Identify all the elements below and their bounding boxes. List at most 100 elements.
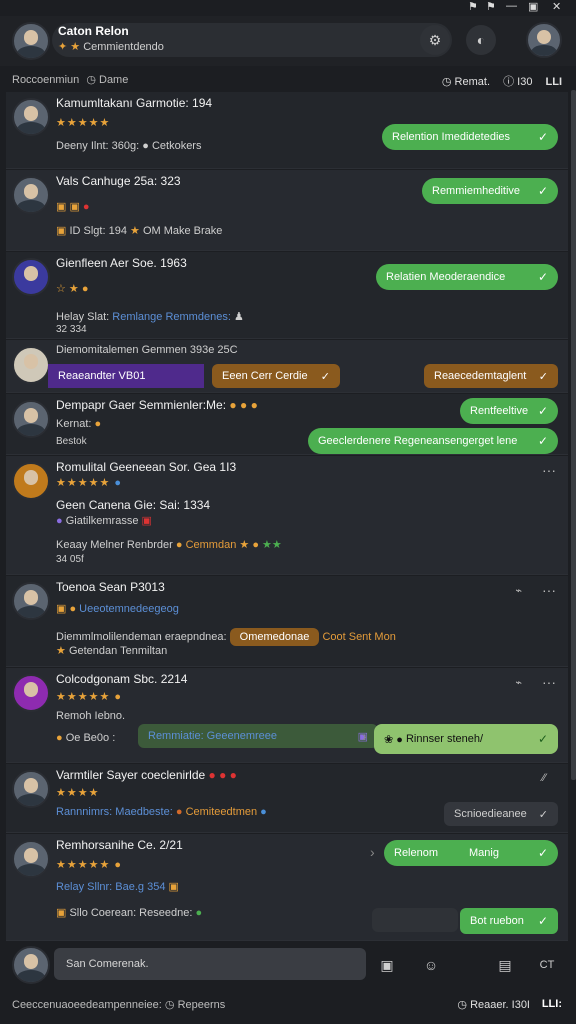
close-icon[interactable]: ✕ [552,0,561,13]
check-icon: ✓ [537,846,548,860]
scrollbar[interactable] [571,90,576,780]
maximize-icon[interactable]: ▣ [528,0,538,13]
pin-icon[interactable]: ⌁ [515,584,522,597]
clock-icon: ◷ [164,999,175,1011]
contact-name: Toenoa Sean P3013 [56,580,165,594]
filter-right[interactable]: ◷ Remat. ⓘ I30 LLI [442,73,562,89]
chevron-right-icon[interactable]: › [370,844,375,860]
list-item[interactable]: Dempapr Gaer Semmienler:Me: ● ● ● Kernat… [6,394,568,455]
meta-row: ▣ ID Slgt: 194 ★ OM Make Brake [56,225,223,237]
list-item[interactable]: Varmtiler Sayer coeclenirlde ● ● ● ★★★★ … [6,764,568,833]
meta-row: Helay Slat: Remlange Remmdenes: ♟ [56,311,244,323]
status-button[interactable]: Relenom Manig ✓ [384,840,558,866]
meta-row: Kernat: ● [56,418,102,430]
badge-icon: ● [56,515,63,527]
footer-label: Ceeccenuaoeedeampenneiee: ◷ Repeerns [12,999,226,1011]
status-button[interactable]: ❀ ● Rinnser steneh/✓ [374,724,558,754]
meta-row: Relay Sllnr: Bae.g 354 ▣ [56,881,179,893]
more-icon[interactable]: ··· [542,674,556,690]
contact-name: Remhorsanihe Ce. 2/21 [56,838,183,852]
send-icon[interactable]: CT [532,950,562,980]
emoji-icon: ● [142,140,149,152]
contact-name: Vals Canhuge 25a: 323 [56,174,181,188]
check-icon: ✓ [537,914,548,928]
list-item[interactable]: Toenoa Sean P3013 ▣ ● Ueeotemnedeegeog D… [6,576,568,667]
meta-row-2: ▣ Sllo Coerean: Reseedne: ● [56,907,203,919]
badge-icon: ☆ ★ ● [56,283,89,295]
status-button[interactable]: Rentfeeltive ✓ [460,398,558,424]
meta-extra: 32 334 [56,324,87,335]
avatar [12,400,50,438]
empty-pill[interactable] [372,908,458,932]
status-button[interactable]: Relention Imedidetedies ✓ [382,124,558,150]
action-button[interactable]: Omemedonae [229,628,320,646]
contact-name: Dempapr Gaer Semmienler:Me: ● ● ● [56,398,258,412]
info-icon: ⓘ [503,76,515,88]
rating-stars: ★★★★★ ● [56,691,123,703]
rating-stars: ★★★★★ ● [56,477,123,489]
more-icon[interactable]: ··· [542,462,556,478]
list-item[interactable]: Romulital Geeneean Sor. Gea 1I3 ★★★★★ ● … [6,456,568,575]
more-icon[interactable]: ··· [542,582,556,598]
status-button-2[interactable]: Geeclerdenere Regeneansengerget lene ✓ [308,428,558,454]
rating-stars: ★★★★★ [56,117,111,129]
filter-bar: Roccoenmiun ◷ Dame ◷ Remat. ⓘ I30 LLI [0,68,576,92]
meta-extra: ★ Getendan Tenmiltan [56,645,168,657]
star-icon: ★ [130,225,140,237]
chat-header: Caton Relon ✦ ★ Cemmientdendo ⚙ ◐ [0,16,576,66]
secondary-button[interactable]: Scnioedieanee ✓ [444,802,558,826]
action-button[interactable]: Reaecedemtaglent ✓ [424,364,558,388]
emoji-icon: ● [175,539,183,551]
check-icon: ✓ [537,732,548,746]
check-icon: ✓ [538,370,548,383]
status-button-2[interactable]: Bot ruebon ✓ [460,908,558,934]
list-item[interactable]: Gienfleen Aer Soe. 1963 ☆ ★ ● Helay Slat… [6,252,568,339]
link-pill[interactable]: Remmiatie: Geeenemreee ▣ [138,724,378,748]
status-button[interactable]: Remmiemheditive ✓ [422,178,558,204]
pin-icon[interactable]: ⁄⁄ [542,772,546,784]
status-button[interactable]: Relatien Meoderaendice ✓ [376,264,558,290]
check-icon: ✓ [538,808,548,821]
contact-name: Diemomitalemen Gemmen 393e 25C [56,344,238,356]
pin-icon[interactable]: ⌁ [515,676,522,689]
flag-icon: ⚑ [468,1,478,13]
avatar [12,346,50,384]
meta-row: ● Giatilkemrasse ▣ [56,515,152,527]
rating-stars: ★★★★★ ● [56,859,123,871]
list-item[interactable]: Remhorsanihe Ce. 2/21 ★★★★★ ● Relay Slln… [6,834,568,941]
footer-status: ◷ Reaaer. I30I [457,999,530,1011]
list-item[interactable]: Colcodgonam Sbc. 2214 ★★★★★ ● Remoh Iebn… [6,668,568,763]
settings-icon[interactable]: ⚙ [420,25,450,55]
profile-avatar[interactable] [526,22,562,58]
emoji-icon[interactable]: ☺ [416,950,446,980]
clock-icon: ◷ [441,76,452,88]
avatar [12,674,50,712]
minimize-icon[interactable]: — [506,0,517,12]
emoji-icon: ● ● ● [208,768,237,782]
contact-name: Varmtiler Sayer coeclenirlde ● ● ● [56,768,237,782]
check-icon: ✓ [537,184,548,198]
list-item[interactable]: Vals Canhuge 25a: 323 ▣ ▣ ● ▣ ID Slgt: 1… [6,170,568,251]
chat-bubble-icon[interactable]: ▤ [490,950,520,980]
avatar[interactable] [12,946,50,984]
action-button[interactable]: Eeen Cerr Cerdie ✓ [212,364,340,388]
list-item[interactable]: Diemomitalemen Gemmen 393e 25C Reaeandte… [6,340,568,393]
contact-name: Kamumltakanı Garmotie: 194 [56,96,213,110]
check-icon: ✓ [320,370,330,383]
avatar [12,176,50,214]
check-icon: ✓ [537,404,548,418]
chevron-right-icon[interactable]: › [362,728,367,744]
flag-icon-2: ⚑ [486,1,496,13]
avatar [12,770,50,808]
badge-icon: ▣ [56,225,67,237]
chat-icon[interactable]: ◐ [466,25,496,55]
system-bar: ⚑ ⚑ — ▣ ✕ [0,0,576,16]
user-icon: ♟ [233,311,244,323]
avatar[interactable] [12,22,50,60]
filter-label[interactable]: Roccoenmiun ◷ Dame [12,73,128,86]
attach-icon[interactable]: ▣ [372,950,402,980]
tag-label[interactable]: Reaeandter VB01 [48,364,204,388]
meta-extra: 34 05f [56,554,84,565]
avatar [12,258,50,296]
list-item[interactable]: Kamumltakanı Garmotie: 194 ★★★★★ Deeny I… [6,92,568,169]
